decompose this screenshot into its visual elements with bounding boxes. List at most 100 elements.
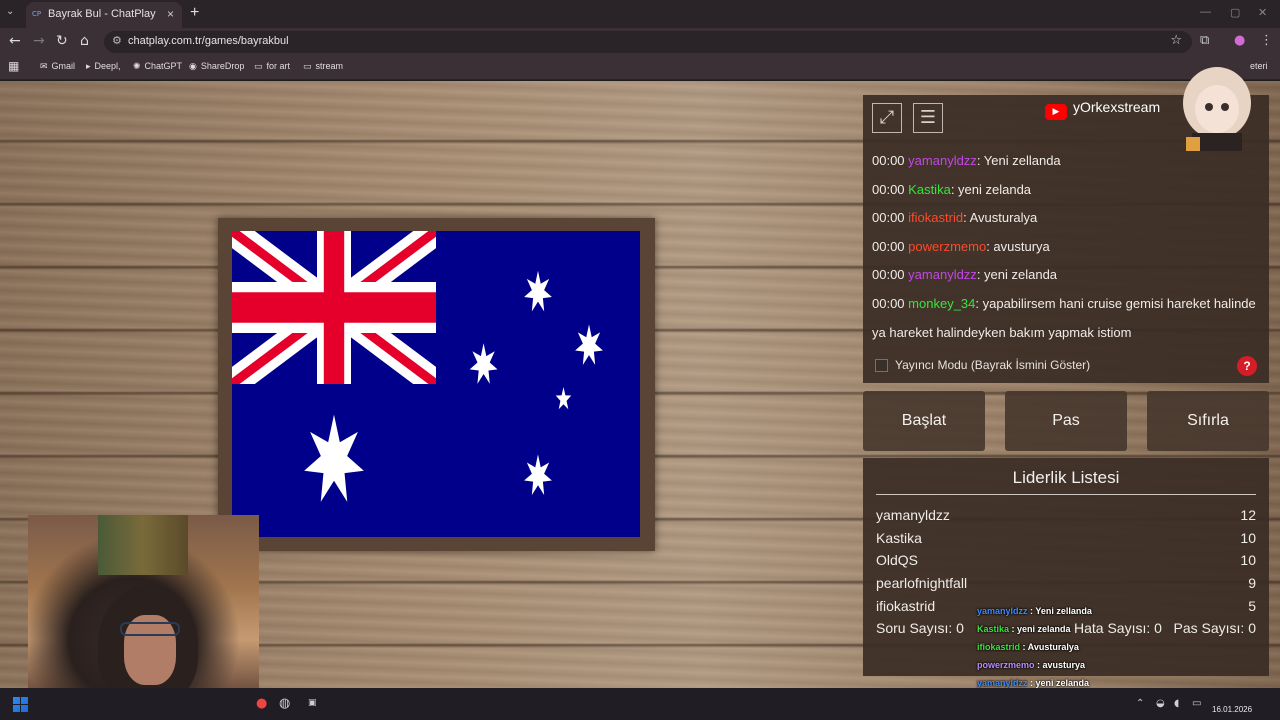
overlay-text: : Yeni zellanda (1027, 606, 1092, 616)
leaderboard-title: Liderlik Listesi (1012, 468, 1120, 487)
player-score: 9 (1248, 575, 1256, 591)
chat-list: 00:00 yamanyldzz: Yeni zellanda 00:00 Kas… (872, 147, 1260, 347)
reload-icon[interactable]: ↻ (56, 33, 68, 49)
profile-icon[interactable]: ● (1234, 33, 1245, 48)
player-name: Kastika (876, 530, 922, 546)
tab-search-icon[interactable]: ⌄ (6, 6, 14, 17)
chat-time: 00:00 (872, 181, 905, 197)
bookmarks-bar: ▦ ✉ Gmail ▸ Deepl, ✺ ChatGPT ◉ ShareDrop ▭ fo… (0, 56, 1280, 80)
taskbar: ● ◍ ▣ ⌃ ◒ ◖ ▭ 16.01.2026 (0, 688, 1280, 720)
tab-active[interactable]: CP Bayrak Bul - ChatPlay × (26, 2, 182, 28)
overlay-text: : yeni zelanda (1009, 624, 1071, 634)
chat-time: 00:00 (872, 153, 905, 168)
extensions-icon[interactable]: ⧉ (1200, 33, 1209, 48)
overlay-text: : yeni zelanda (1027, 678, 1090, 688)
australia-flag (232, 231, 640, 537)
close-window-icon[interactable]: ✕ (1258, 6, 1267, 19)
battery-icon[interactable]: ▭ (1192, 698, 1201, 709)
overlay-chat-line: Kastika : yeni zelanda (977, 624, 1071, 634)
overlay-username: ifiokastrid (977, 642, 1021, 652)
chat-message: 00:00 Kastika: yeni zelanda (872, 176, 1260, 205)
bookmark-gmail[interactable]: ✉ Gmail (40, 61, 75, 72)
chat-username: Kastika (908, 181, 951, 197)
chatgpt-icon: ✺ (133, 62, 141, 72)
pass-count: Pas Sayısı: 0 (1173, 620, 1256, 636)
overlay-text: : Avusturalya (1020, 642, 1079, 652)
player-name: ifiokastrid (876, 598, 936, 614)
close-tab-icon[interactable]: × (167, 7, 174, 21)
leaderboard-row: Kastika 10 (876, 530, 1256, 546)
player-score: 10 (1240, 552, 1256, 568)
apps-icon[interactable]: ▦ (8, 59, 19, 73)
chat-time: 00:00 (872, 295, 905, 311)
overlay-username: yamanyldzz (977, 606, 1028, 616)
windows-start-icon[interactable] (13, 697, 28, 712)
leaderboard-row: OldQS 10 (876, 552, 1256, 568)
youtube-icon: ▶ (1045, 104, 1067, 120)
overlay-username: Kastika (977, 624, 1010, 634)
home-icon[interactable]: ⌂ (80, 33, 89, 49)
chat-time: 00:00 (872, 210, 905, 226)
tab-title: Bayrak Bul - ChatPlay (48, 8, 156, 20)
player-name: OldQS (876, 552, 919, 568)
folder-icon: ▭ (303, 62, 312, 72)
chat-text: : Yeni zellanda (976, 153, 1061, 168)
game-page: ⤢ ☰ ▶ yOrkexstream 00:00 yamanyldzz: Yeni… (0, 67, 1280, 693)
chat-message: 00:00 yamanyldzz: yeni zelanda (872, 261, 1260, 290)
tab-bar: ⌄ CP Bayrak Bul - ChatPlay × + — ▢ ✕ (0, 0, 1280, 28)
start-button[interactable]: Başlat (863, 391, 985, 451)
network-icon[interactable]: ◒ (1156, 698, 1165, 709)
fullscreen-icon[interactable]: ⤢ (872, 103, 902, 133)
vtuber-avatar (1183, 67, 1251, 151)
sharedrop-icon: ◉ (189, 62, 197, 72)
stream-channel: ▶ yOrkexstream (1045, 99, 1160, 120)
pass-button[interactable]: Pas (1005, 391, 1127, 451)
bookmark-stream[interactable]: ▭ stream (303, 61, 343, 72)
chat-text: : Avusturalya (963, 210, 1038, 226)
help-button[interactable]: ? (1237, 356, 1257, 376)
webcam-glasses (120, 622, 180, 636)
chat-username: yamanyldzz (908, 267, 977, 283)
volume-icon[interactable]: ◖ (1174, 698, 1179, 709)
webcam-overlay (28, 515, 259, 693)
chat-username: yamanyldzz (908, 153, 977, 168)
bookmark-for-art[interactable]: ▭ for art (254, 61, 290, 72)
deepl-icon: ▸ (86, 62, 91, 72)
epic-games-icon[interactable]: ▣ (308, 698, 317, 708)
new-tab-icon[interactable]: + (190, 4, 199, 22)
obs-icon[interactable]: ● (256, 696, 267, 711)
address-bar[interactable]: ⚙ chatplay.com.tr/games/bayrakbul ☆ (104, 31, 1192, 53)
chat-message: 00:00 ifiokastrid: Avusturalya (872, 204, 1260, 233)
chat-username: powerzmemo (908, 238, 987, 254)
overlay-chat-line: powerzmemo : avusturya (977, 660, 1085, 670)
chat-message: 00:00 yamanyldzz: Yeni zellanda (872, 147, 1260, 176)
minimize-icon[interactable]: — (1200, 6, 1211, 18)
error-count: Hata Sayısı: 0 (1074, 620, 1162, 636)
overlay-username: yamanyldzz (977, 678, 1028, 688)
steam-icon[interactable]: ◍ (279, 696, 290, 711)
question-count: Soru Sayısı: 0 (876, 620, 964, 636)
bookmark-deepl[interactable]: ▸ Deepl, (86, 61, 121, 72)
chat-username: ifiokastrid (908, 210, 964, 226)
bookmark-star-icon[interactable]: ☆ (1170, 33, 1182, 48)
overlay-username: powerzmemo (977, 660, 1035, 670)
folder-icon: ▭ (254, 62, 263, 72)
webcam-poster (98, 515, 188, 575)
leaderboard-row: pearlofnightfall 9 (876, 575, 1256, 591)
reset-button[interactable]: Sıfırla (1147, 391, 1269, 451)
menu-icon[interactable]: ⋮ (1260, 33, 1273, 48)
notes-icon[interactable]: ☰ (913, 103, 943, 133)
player-score: 10 (1240, 530, 1256, 546)
site-info-icon[interactable]: ⚙ (112, 34, 122, 47)
maximize-icon[interactable]: ▢ (1230, 6, 1240, 19)
forward-icon[interactable]: → (33, 33, 45, 49)
chat-time: 00:00 (872, 238, 905, 254)
bookmark-chatgpt[interactable]: ✺ ChatGPT (133, 61, 182, 72)
bookmark-sharedrop[interactable]: ◉ ShareDrop (189, 61, 244, 72)
streamer-mode-checkbox[interactable] (875, 359, 888, 372)
tray-icon[interactable]: ⌃ (1136, 698, 1144, 709)
player-name: yamanyldzz (876, 507, 950, 523)
url-text: chatplay.com.tr/games/bayrakbul (128, 35, 289, 47)
chat-message: 00:00 monkey_34: yapabilirsem hani cruis… (872, 290, 1260, 347)
back-icon[interactable]: ← (9, 33, 21, 49)
